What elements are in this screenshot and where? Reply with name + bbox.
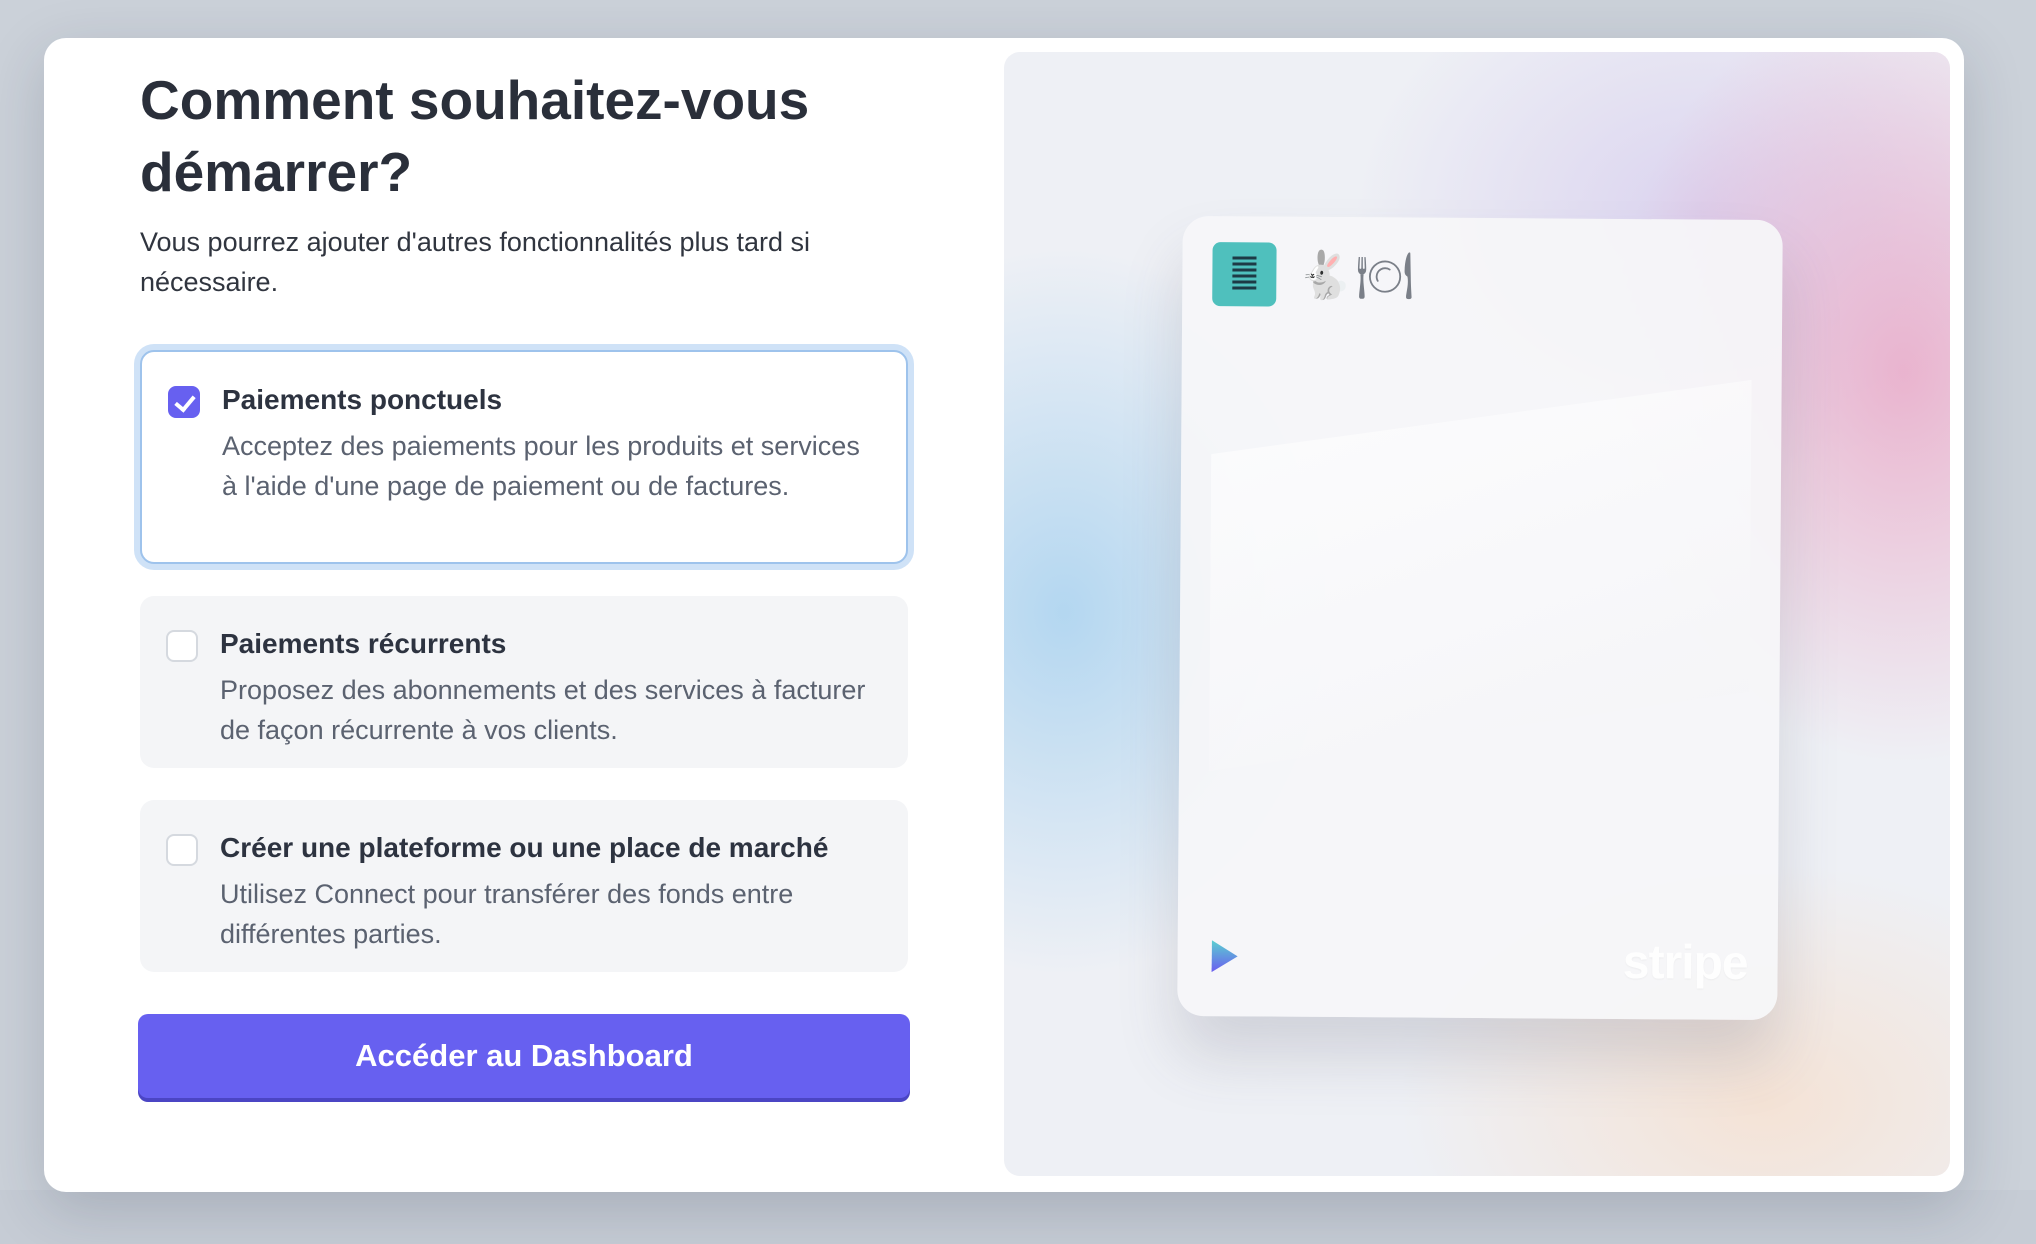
play-logo-icon [1212, 940, 1238, 972]
checkbox-recurring-payments[interactable] [166, 630, 198, 662]
checkbox-platform-marketplace[interactable] [166, 834, 198, 866]
dashboard-button[interactable]: Accéder au Dashboard [138, 1014, 910, 1098]
checkbox-one-time-payments[interactable] [168, 386, 200, 418]
rabbit-plate-icon: 🐇🍽 [1296, 247, 1417, 303]
option-description: Utilisez Connect pour transférer des fon… [220, 879, 794, 949]
onboarding-modal: Comment souhaitez-vous démarrer? Vous po… [44, 38, 1964, 1192]
option-title: Créer une plateforme ou une place de mar… [220, 832, 829, 863]
card-sheet [1208, 376, 1752, 900]
options-column: Comment souhaitez-vous démarrer? Vous po… [138, 38, 960, 1192]
illustration-panel: 🐇🍽 stripe [1004, 52, 1950, 1176]
illustration-card: 🐇🍽 stripe [1177, 215, 1783, 1021]
option-title: Paiements ponctuels [222, 384, 503, 415]
page-subtitle: Vous pourrez ajouter d'autres fonctionna… [140, 227, 811, 297]
stripe-logo: stripe [1622, 936, 1748, 990]
page-title: Comment souhaitez-vous démarrer? [140, 69, 810, 203]
option-title: Paiements récurrents [220, 628, 507, 659]
option-one-time-payments[interactable]: Paiements ponctuels Acceptez des paiemen… [140, 350, 908, 564]
option-description: Proposez des abonnements et des services… [220, 675, 866, 745]
option-description: Acceptez des paiements pour les produits… [222, 431, 860, 501]
document-lines-icon [1212, 242, 1277, 307]
option-recurring-payments[interactable]: Paiements récurrents Proposez des abonne… [140, 596, 908, 768]
backdrop-strip [0, 1190, 2036, 1244]
option-platform-marketplace[interactable]: Créer une plateforme ou une place de mar… [140, 800, 908, 972]
